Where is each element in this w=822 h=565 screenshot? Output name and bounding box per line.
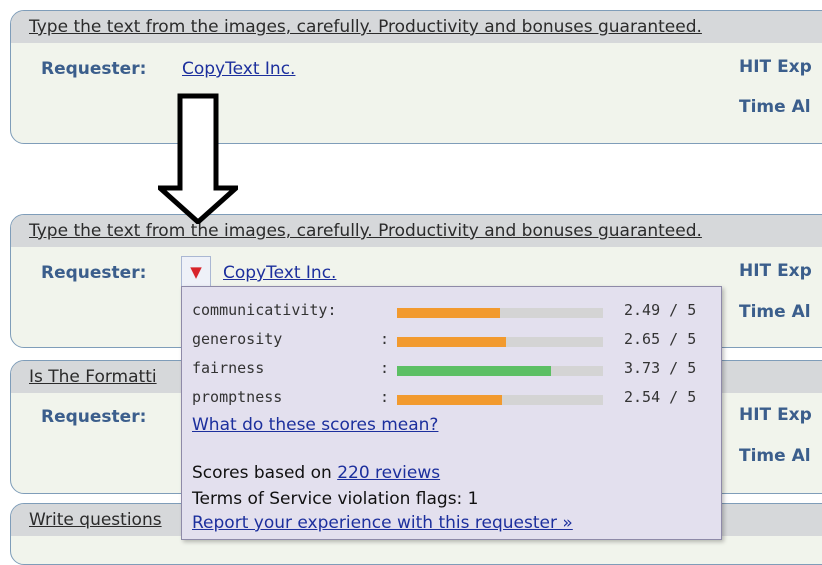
score-bar xyxy=(397,395,603,405)
score-row-generosity: generosity : 2.65 / 5 xyxy=(192,330,717,352)
score-value: 2.54 / 5 xyxy=(624,388,697,406)
requester-stats-popup: communicativity: 2.49 / 5 generosity : 2… xyxy=(181,286,722,540)
score-label: fairness xyxy=(192,359,265,377)
score-bar xyxy=(397,337,603,347)
scores-explanation-link[interactable]: What do these scores mean? xyxy=(192,415,438,435)
score-bar xyxy=(397,366,603,376)
hit-title-link[interactable]: Write questions xyxy=(29,510,162,530)
reviews-prefix: Scores based on xyxy=(192,463,338,483)
time-allotted-label: Time Al xyxy=(739,446,811,466)
time-allotted-label: Time Al xyxy=(739,97,811,117)
requester-link[interactable]: CopyText Inc. xyxy=(182,59,295,79)
score-label: generosity xyxy=(192,330,283,348)
report-experience-link[interactable]: Report your experience with this request… xyxy=(192,513,573,533)
hit-card-1: Type the text from the images, carefully… xyxy=(10,10,822,144)
score-bar-fill xyxy=(397,337,507,347)
score-bar-fill xyxy=(397,308,500,318)
score-value: 2.49 / 5 xyxy=(624,301,697,319)
hit-expiration-label: HIT Exp xyxy=(739,57,812,77)
requester-label: Requester: xyxy=(41,263,147,283)
down-arrow-icon xyxy=(158,93,238,224)
score-colon: : xyxy=(380,330,390,348)
score-colon: : xyxy=(380,388,390,406)
score-row-promptness: promptness : 2.54 / 5 xyxy=(192,388,717,410)
score-colon: : xyxy=(380,359,390,377)
score-value: 2.65 / 5 xyxy=(624,330,697,348)
requester-stats-toggle[interactable]: ▼ xyxy=(181,256,211,288)
tos-violation-flags: Terms of Service violation flags: 1 xyxy=(192,489,479,509)
triangle-down-icon: ▼ xyxy=(190,263,202,281)
reviews-link[interactable]: 220 reviews xyxy=(337,463,440,483)
hit-expiration-label: HIT Exp xyxy=(739,405,812,425)
score-bar-fill xyxy=(397,366,551,376)
hit-title-bar: Type the text from the images, carefully… xyxy=(11,215,822,247)
hit-title-bar: Type the text from the images, carefully… xyxy=(11,11,822,43)
hit-title-link[interactable]: Type the text from the images, carefully… xyxy=(29,17,702,37)
hit-title-link[interactable]: Is The Formatti xyxy=(29,367,157,387)
score-bar xyxy=(397,308,603,318)
score-label: communicativity: xyxy=(192,301,337,319)
score-label: promptness xyxy=(192,388,283,406)
score-row-communicativity: communicativity: 2.49 / 5 xyxy=(192,301,717,323)
score-value: 3.73 / 5 xyxy=(624,359,697,377)
reviews-line: Scores based on 220 reviews xyxy=(192,463,440,483)
requester-link[interactable]: CopyText Inc. xyxy=(223,263,336,283)
hit-expiration-label: HIT Exp xyxy=(739,261,812,281)
score-bar-fill xyxy=(397,395,502,405)
hit-title-link[interactable]: Type the text from the images, carefully… xyxy=(29,221,702,241)
requester-label: Requester: xyxy=(41,59,147,79)
requester-label: Requester: xyxy=(41,407,147,427)
score-row-fairness: fairness : 3.73 / 5 xyxy=(192,359,717,381)
time-allotted-label: Time Al xyxy=(739,302,811,322)
